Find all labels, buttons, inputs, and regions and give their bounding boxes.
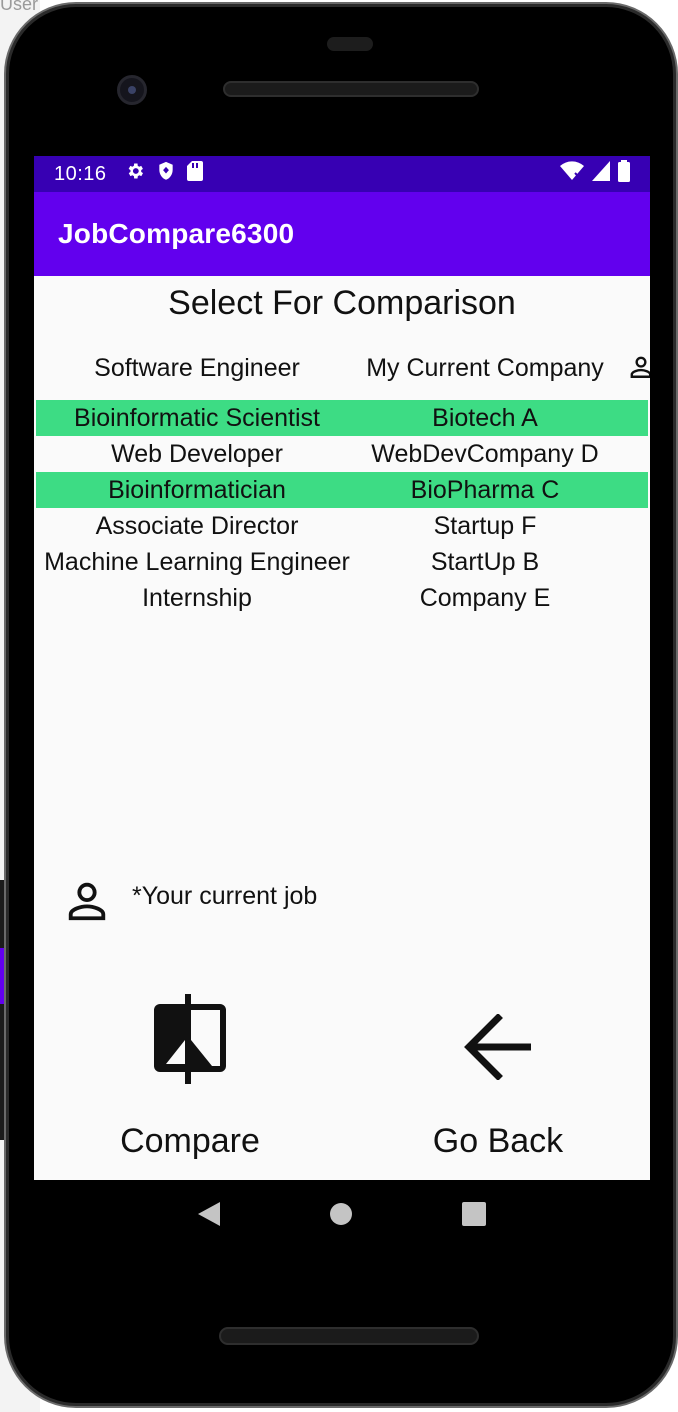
job-title: Associate Director xyxy=(95,511,299,540)
job-row[interactable]: Bioinformatician BioPharma C xyxy=(36,472,648,508)
job-title: Bioinformatician xyxy=(108,475,286,504)
job-title: Internship xyxy=(142,583,252,612)
job-title: Web Developer xyxy=(111,439,283,468)
go-back-label: Go Back xyxy=(432,1122,564,1160)
current-job-legend: *Your current job xyxy=(64,878,317,929)
compare-label: Compare xyxy=(120,1122,260,1160)
current-job-company: My Current Company xyxy=(366,353,604,382)
job-company: WebDevCompany D xyxy=(371,439,599,468)
job-company: Startup F xyxy=(433,511,537,540)
app-screen: 10:16 JobCompare6300 Select For Comparis… xyxy=(34,156,650,1180)
compare-button[interactable]: Compare xyxy=(70,988,310,1168)
nav-recents-icon[interactable] xyxy=(461,1201,486,1231)
job-row[interactable]: Internship Company E xyxy=(36,580,648,616)
job-company: Company E xyxy=(419,583,551,612)
job-row[interactable]: Machine Learning Engineer StartUp B xyxy=(36,544,648,580)
status-bar: 10:16 xyxy=(34,156,650,192)
page-title: Select For Comparison xyxy=(168,284,516,322)
person-icon xyxy=(628,354,650,387)
job-row[interactable]: Web Developer WebDevCompany D xyxy=(36,436,648,472)
job-company: StartUp B xyxy=(430,547,540,576)
person-icon xyxy=(64,878,110,929)
current-job-row[interactable]: Software Engineer My Current Company xyxy=(34,346,650,390)
background-window-text: User xyxy=(0,0,39,14)
top-sensor xyxy=(327,37,373,51)
earpiece-speaker xyxy=(223,81,479,97)
app-bar: JobCompare6300 xyxy=(34,192,650,276)
front-camera xyxy=(117,75,147,105)
compare-icon xyxy=(152,994,228,1089)
status-time: 10:16 xyxy=(54,162,107,185)
shield-icon xyxy=(157,161,175,187)
signal-icon xyxy=(592,161,610,187)
job-company: BioPharma C xyxy=(410,475,560,504)
arrow-back-icon xyxy=(463,1013,533,1085)
sd-card-icon xyxy=(186,161,203,187)
system-nav-bar xyxy=(34,1180,650,1252)
job-list: Bioinformatic Scientist Biotech A Web De… xyxy=(36,400,648,616)
go-back-button[interactable]: Go Back xyxy=(378,988,618,1168)
job-row[interactable]: Bioinformatic Scientist Biotech A xyxy=(36,400,648,436)
current-job-title: Software Engineer xyxy=(94,353,300,382)
wifi-icon xyxy=(560,161,584,187)
job-title: Bioinformatic Scientist xyxy=(74,403,320,432)
nav-back-icon[interactable] xyxy=(198,1201,221,1231)
job-company: Biotech A xyxy=(432,403,538,432)
nav-home-icon[interactable] xyxy=(329,1202,353,1231)
bottom-speaker xyxy=(219,1327,479,1345)
app-title: JobCompare6300 xyxy=(58,218,295,249)
legend-text: *Your current job xyxy=(132,882,318,910)
settings-icon xyxy=(125,161,145,187)
battery-icon xyxy=(618,160,630,188)
job-row[interactable]: Associate Director Startup F xyxy=(36,508,648,544)
job-title: Machine Learning Engineer xyxy=(44,547,350,576)
